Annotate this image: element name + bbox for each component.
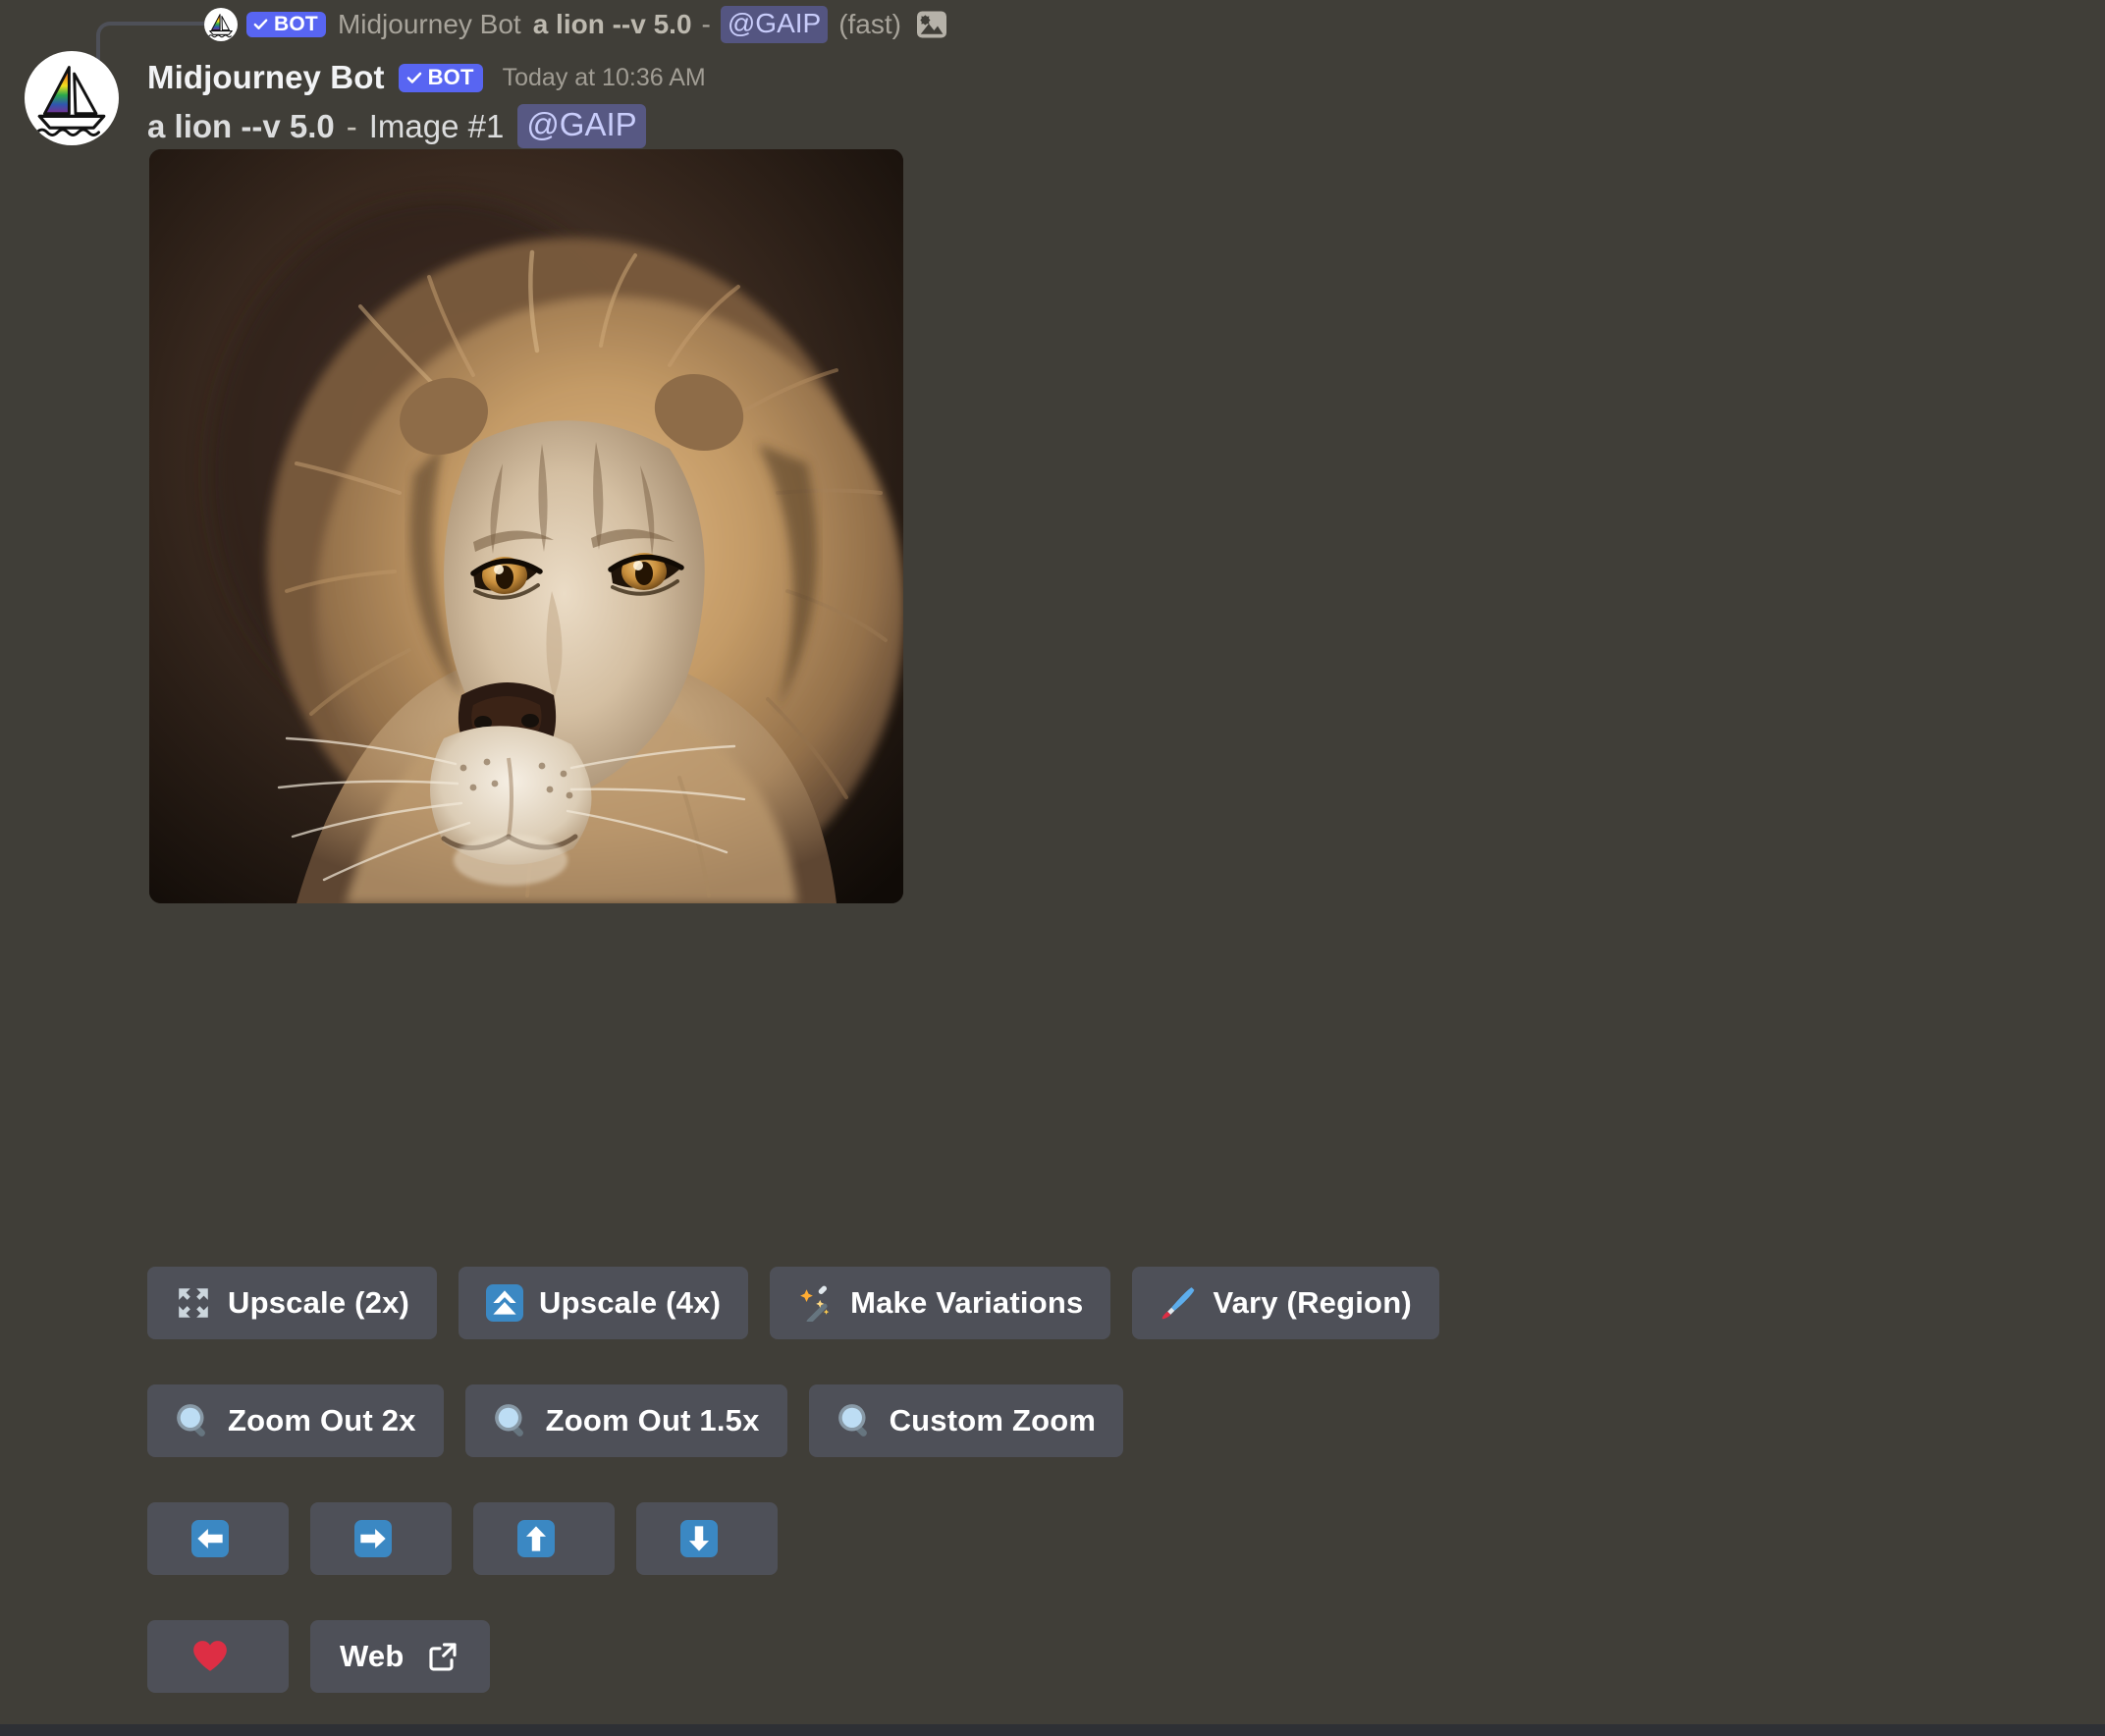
zoom-out-2x-button[interactable]: Zoom Out 2x [147, 1384, 444, 1457]
make-variations-button[interactable]: Make Variations [770, 1267, 1110, 1339]
bottom-edge-strip [0, 1724, 2105, 1736]
pan-left-button[interactable] [147, 1502, 289, 1575]
zoom-out-1-5x-button[interactable]: Zoom Out 1.5x [465, 1384, 787, 1457]
upscale-2x-label: Upscale (2x) [228, 1285, 409, 1321]
image-icon [914, 7, 949, 42]
open-in-web-button[interactable]: Web [310, 1620, 490, 1693]
make-variations-label: Make Variations [850, 1285, 1083, 1321]
check-icon [252, 16, 269, 32]
message-user-mention[interactable]: @GAIP [517, 104, 645, 148]
arrow-right-square-icon [354, 1520, 392, 1557]
custom-zoom-button[interactable]: Custom Zoom [809, 1384, 1124, 1457]
custom-zoom-label: Custom Zoom [890, 1403, 1097, 1438]
reply-reference-line[interactable]: BOT Midjourney Bot a lion --v 5.0 - @GAI… [0, 0, 2105, 49]
midjourney-sailboat-icon [204, 8, 238, 41]
lion-portrait-image [149, 149, 903, 903]
pan-up-button[interactable] [473, 1502, 615, 1575]
magic-wand-icon [797, 1284, 835, 1322]
action-button-row-1: Upscale (2x) Upscale (4x) Make Variation… [147, 1267, 1439, 1339]
action-button-row-3 [147, 1502, 778, 1575]
pan-down-button[interactable] [636, 1502, 778, 1575]
vary-region-button[interactable]: Vary (Region) [1132, 1267, 1438, 1339]
favorite-button[interactable] [147, 1620, 289, 1693]
arrow-left-square-icon [191, 1520, 229, 1557]
message-author-name[interactable]: Midjourney Bot [147, 59, 385, 96]
message-bot-badge-label: BOT [428, 67, 474, 88]
message-body: a lion --v 5.0 - Image #1 @GAIP [147, 104, 646, 148]
check-icon [405, 69, 423, 86]
magnifying-glass-icon [493, 1402, 530, 1439]
red-heart-icon [191, 1638, 229, 1675]
magnifying-glass-icon [837, 1402, 874, 1439]
action-button-row-2: Zoom Out 2x Zoom Out 1.5x Custom Zoom [147, 1384, 1123, 1457]
web-label: Web [340, 1639, 404, 1674]
reply-spine-decoration [96, 22, 204, 63]
magnifying-glass-icon [175, 1402, 212, 1439]
zoom-out-1-5x-label: Zoom Out 1.5x [546, 1403, 760, 1438]
reply-reference-content[interactable]: BOT Midjourney Bot a lion --v 5.0 - @GAI… [204, 0, 949, 49]
reply-speed-label: (fast) [838, 9, 901, 40]
reply-user-mention[interactable]: @GAIP [721, 6, 828, 43]
external-link-icon [425, 1639, 460, 1674]
reply-bot-badge-label: BOT [274, 14, 318, 34]
up-arrow-square-icon [486, 1284, 523, 1322]
upscale-2x-button[interactable]: Upscale (2x) [147, 1267, 437, 1339]
midjourney-sailboat-icon[interactable] [25, 51, 119, 145]
message-separator: - [347, 108, 357, 145]
message-header: Midjourney Bot BOT Today at 10:36 AM [147, 59, 706, 96]
discord-message-view: BOT Midjourney Bot a lion --v 5.0 - @GAI… [0, 0, 2105, 1736]
upscale-4x-button[interactable]: Upscale (4x) [459, 1267, 748, 1339]
message-image-index: Image #1 [369, 108, 505, 145]
action-button-row-4: Web [147, 1620, 490, 1693]
paintbrush-icon [1160, 1284, 1197, 1322]
arrow-up-square-icon [517, 1520, 555, 1557]
reply-separator: - [702, 9, 711, 40]
reply-prompt-text: a lion --v 5.0 [533, 9, 692, 40]
arrow-down-square-icon [680, 1520, 718, 1557]
reply-bot-badge: BOT [246, 12, 326, 37]
message-bot-badge: BOT [399, 64, 483, 92]
expand-arrows-icon [175, 1284, 212, 1322]
zoom-out-2x-label: Zoom Out 2x [228, 1403, 416, 1438]
vary-region-label: Vary (Region) [1213, 1285, 1411, 1321]
generated-image-attachment[interactable] [149, 149, 903, 903]
message-prompt-text: a lion --v 5.0 [147, 108, 335, 145]
pan-right-button[interactable] [310, 1502, 452, 1575]
upscale-4x-label: Upscale (4x) [539, 1285, 721, 1321]
message-timestamp: Today at 10:36 AM [503, 64, 706, 92]
reply-author-name: Midjourney Bot [338, 9, 521, 40]
